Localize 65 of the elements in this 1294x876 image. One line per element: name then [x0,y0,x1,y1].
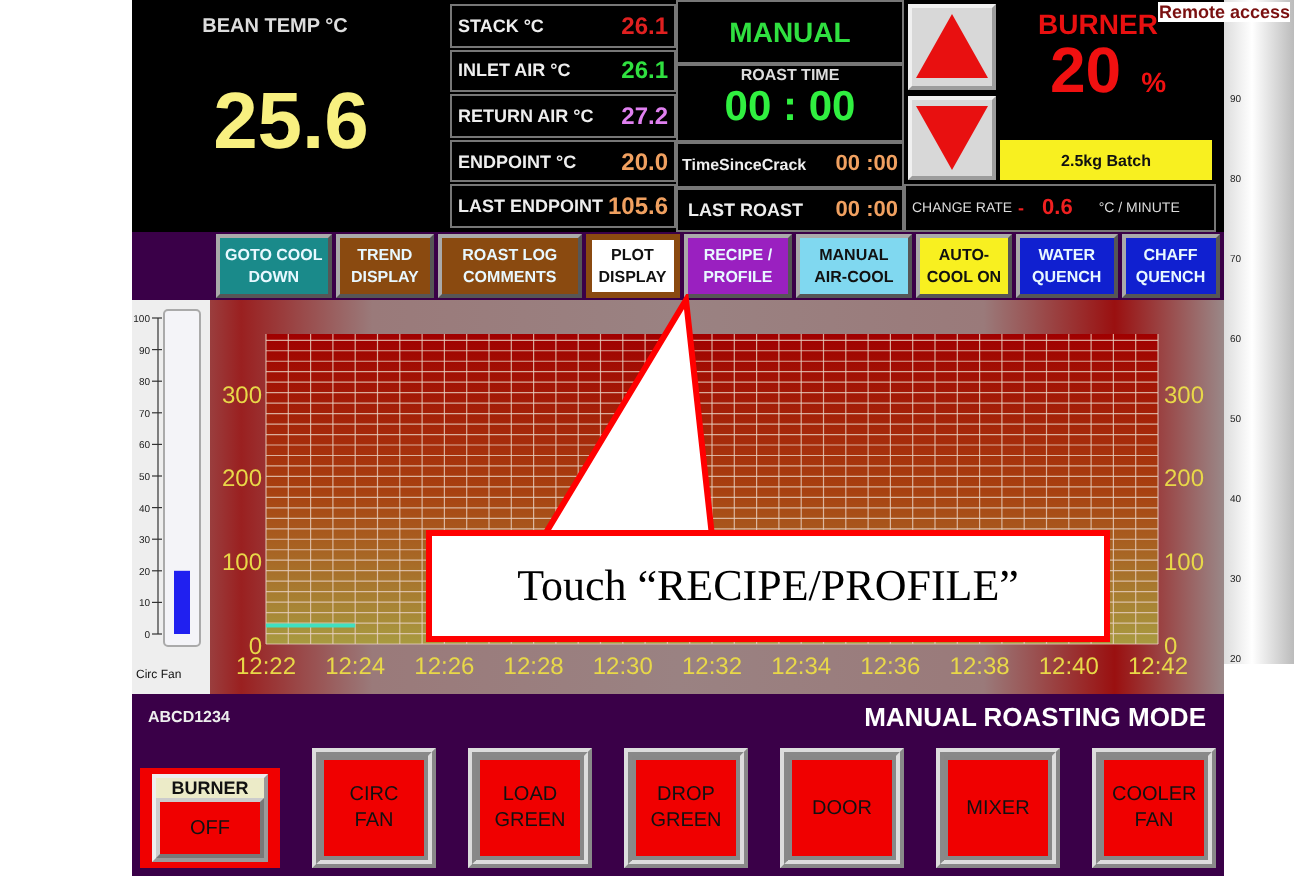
y-tick-label: 100 [1164,548,1205,577]
mode-display: MANUAL [676,0,904,64]
toolbar-button[interactable]: GOTO COOL DOWN [216,234,332,298]
reading-value: 105.6 [607,192,668,221]
x-tick-label: 12:38 [949,652,1010,676]
up-triangle-icon [912,10,992,83]
toolbar-button[interactable]: RECIPE / PROFILE [683,234,793,298]
x-tick-label: 12:36 [860,652,921,676]
x-tick-label: 12:40 [1038,652,1099,676]
control-button[interactable]: DOOR [780,748,904,868]
roast-time-label: ROAST TIME [740,66,840,84]
x-tick-label: 12:34 [771,652,832,676]
bean-temp-value: 25.6 [213,78,369,168]
y-tick-label: 200 [221,464,262,493]
change-rate-sign: - [1018,198,1025,218]
reading-label: INLET AIR °C [458,60,571,81]
toolbar-button[interactable]: MANUAL AIR-COOL [796,234,912,298]
control-button[interactable]: MIXER [936,748,1060,868]
control-button[interactable]: LOAD GREEN [468,748,592,868]
mode-title: MANUAL ROASTING MODE [864,702,1206,732]
reading-value: 20.0 [621,147,668,176]
burner-switch-label: BURNER [156,778,264,798]
callout-box: Touch “RECIPE/PROFILE” [426,530,1110,642]
y-tick-label: 300 [221,380,262,409]
last-roast-label: LAST ROAST [686,199,803,220]
toolbar-button[interactable]: ROAST LOG COMMENTS [438,234,582,298]
burner-unit: % [1141,66,1167,98]
x-tick-label: 12:28 [503,652,564,676]
y-tick-label: 200 [1164,464,1205,493]
unit-id: ABCD1234 [148,708,230,726]
change-rate-value: 0.6 [1042,196,1073,220]
time-since-crack-value: 00 :00 [835,152,898,177]
control-button[interactable]: COOLER FAN [1092,748,1216,868]
roast-time-value: 00 : 00 [724,84,856,132]
x-tick-label: 12:32 [681,652,743,676]
toolbar-button[interactable]: PLOT DISPLAY [585,234,680,298]
decrease-button[interactable] [908,95,996,180]
toolbar-button[interactable]: WATER QUENCH [1016,234,1117,298]
burner-switch-button[interactable]: OFF [156,798,264,858]
x-tick-label: 12:30 [592,652,653,676]
control-button[interactable]: CIRC FAN [312,748,436,868]
reading-label: ENDPOINT °C [458,151,577,172]
burner-value: 20 [1049,40,1122,100]
last-roast-value: 00 :00 [835,197,898,222]
reading-value: 27.2 [621,101,668,130]
toolbar-button[interactable]: AUTO-COOL ON [915,234,1013,298]
reading-value: 26.1 [621,11,668,40]
x-tick-label: 12:24 [325,652,386,676]
remote-access-label: Remote access [1158,2,1290,22]
control-button[interactable]: DROP GREEN [624,748,748,868]
toolbar-button[interactable]: TREND DISPLAY [335,234,435,298]
increase-button[interactable] [908,4,996,89]
burner-label: BURNER [1038,8,1158,40]
reading-label: STACK °C [458,15,544,36]
batch-label: 2.5kg Batch [1000,140,1212,180]
time-since-crack-label: TimeSinceCrack [682,155,807,174]
reading-label: RETURN AIR °C [458,105,594,126]
reading-value: 26.1 [621,56,668,85]
x-tick-label: 12:26 [414,652,475,676]
bean-temp-label: BEAN TEMP °C [202,16,348,38]
y-tick-label: 300 [1164,380,1205,409]
reading-label: LAST ENDPOINT [458,196,604,217]
y-tick-label: 100 [221,548,262,577]
toolbar-button[interactable]: CHAFF QUENCH [1121,234,1221,298]
down-triangle-icon [912,101,992,174]
